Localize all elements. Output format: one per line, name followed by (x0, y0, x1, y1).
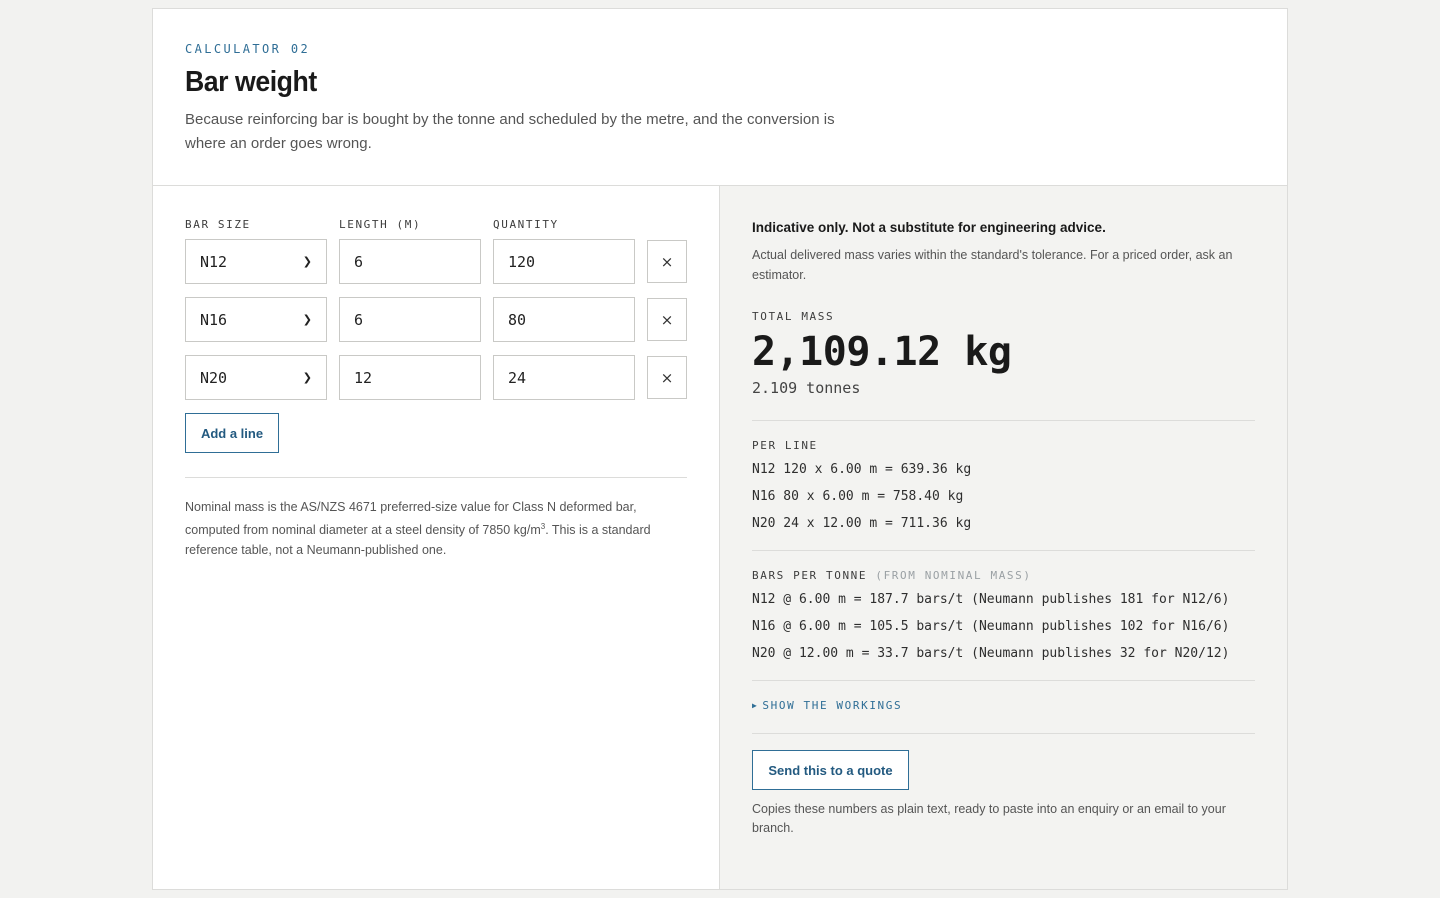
close-icon: × (660, 252, 674, 271)
length-label: LENGTH (M) (339, 218, 422, 231)
show-workings-label: SHOW THE WORKINGS (762, 699, 903, 712)
chevron-down-icon: ❯ (302, 313, 312, 326)
chevron-down-icon: ❯ (302, 371, 312, 384)
quantity-input[interactable]: 120 (493, 239, 635, 284)
length-input[interactable]: 6 (339, 297, 481, 342)
page-title: Bar weight (185, 66, 317, 98)
bars-per-tonne-subtitle: (FROM NOMINAL MASS) (875, 569, 1032, 582)
total-mass-label: TOTAL MASS (752, 310, 835, 323)
quantity-input[interactable]: 24 (493, 355, 635, 400)
add-line-button[interactable]: Add a line (185, 413, 279, 453)
input-row: N20 ❯ 12 24 × (185, 355, 687, 400)
reference-note: Nominal mass is the AS/NZS 4671 preferre… (185, 497, 685, 560)
length-input[interactable]: 12 (339, 355, 481, 400)
bar-size-value: N20 (200, 368, 228, 387)
column-labels: BAR SIZE LENGTH (M) QUANTITY (185, 218, 687, 231)
per-line-label: PER LINE (752, 439, 818, 452)
disclaimer-title: Indicative only. Not a substitute for en… (752, 220, 1106, 235)
input-row: N12 ❯ 6 120 × (185, 239, 687, 284)
bar-size-value: N16 (200, 310, 228, 329)
send-to-quote-button[interactable]: Send this to a quote (752, 750, 909, 790)
bar-size-value: N12 (200, 252, 228, 271)
bars-per-tonne-label: BARS PER TONNE (FROM NOMINAL MASS) (752, 569, 1255, 582)
length-value: 6 (354, 252, 364, 271)
quote-note: Copies these numbers as plain text, read… (752, 802, 1226, 835)
bar-size-label: BAR SIZE (185, 218, 251, 231)
quantity-value: 80 (508, 310, 527, 329)
quantity-input[interactable]: 80 (493, 297, 635, 342)
calculator-header: CALCULATOR 02 Bar weight Because reinfor… (153, 9, 1287, 186)
calculator-body: BAR SIZE LENGTH (M) QUANTITY N12 ❯ 6 120… (153, 186, 1287, 889)
eyebrow: CALCULATOR 02 (185, 42, 311, 56)
quantity-value: 24 (508, 368, 527, 387)
remove-line-button[interactable]: × (647, 240, 687, 283)
length-value: 6 (354, 310, 364, 329)
bars-per-tonne-item: N16 @ 6.00 m = 105.5 bars/t (Neumann pub… (752, 619, 1230, 634)
per-line-item: N16 80 x 6.00 m = 758.40 kg (752, 489, 964, 504)
close-icon: × (660, 310, 674, 329)
per-line-item: N20 24 x 12.00 m = 711.36 kg (752, 516, 972, 531)
remove-line-button[interactable]: × (647, 356, 687, 399)
total-mass-value: 2,109.12 kg (752, 329, 1012, 375)
length-value: 12 (354, 368, 373, 387)
length-input[interactable]: 6 (339, 239, 481, 284)
bar-size-select[interactable]: N16 ❯ (185, 297, 327, 342)
disclaimer-text: Actual delivered mass varies within the … (752, 248, 1233, 282)
total-tonnes: 2.109 tonnes (752, 379, 861, 397)
quantity-label: QUANTITY (493, 218, 559, 231)
divider (185, 477, 687, 478)
divider (752, 733, 1255, 734)
show-workings-toggle[interactable]: ▶ SHOW THE WORKINGS (752, 681, 1255, 733)
quantity-value: 120 (508, 252, 536, 271)
calculator-card: CALCULATOR 02 Bar weight Because reinfor… (152, 8, 1288, 890)
per-line-section: PER LINE N12 120 x 6.00 m = 639.36 kg N1… (752, 421, 1255, 550)
bars-per-tonne-title: BARS PER TONNE (752, 569, 868, 582)
close-icon: × (660, 368, 674, 387)
bars-per-tonne-item: N20 @ 12.00 m = 33.7 bars/t (Neumann pub… (752, 646, 1230, 661)
per-line-item: N12 120 x 6.00 m = 639.36 kg (752, 462, 972, 477)
remove-line-button[interactable]: × (647, 298, 687, 341)
input-row: N16 ❯ 6 80 × (185, 297, 687, 342)
results-panel: Indicative only. Not a substitute for en… (720, 186, 1287, 889)
input-panel: BAR SIZE LENGTH (M) QUANTITY N12 ❯ 6 120… (153, 186, 720, 889)
triangle-right-icon: ▶ (752, 701, 759, 710)
chevron-down-icon: ❯ (302, 255, 312, 268)
bar-size-select[interactable]: N20 ❯ (185, 355, 327, 400)
bars-per-tonne-item: N12 @ 6.00 m = 187.7 bars/t (Neumann pub… (752, 592, 1230, 607)
page-subtitle: Because reinforcing bar is bought by the… (185, 111, 835, 152)
bar-size-select[interactable]: N12 ❯ (185, 239, 327, 284)
bars-per-tonne-section: BARS PER TONNE (FROM NOMINAL MASS) N12 @… (752, 551, 1255, 680)
